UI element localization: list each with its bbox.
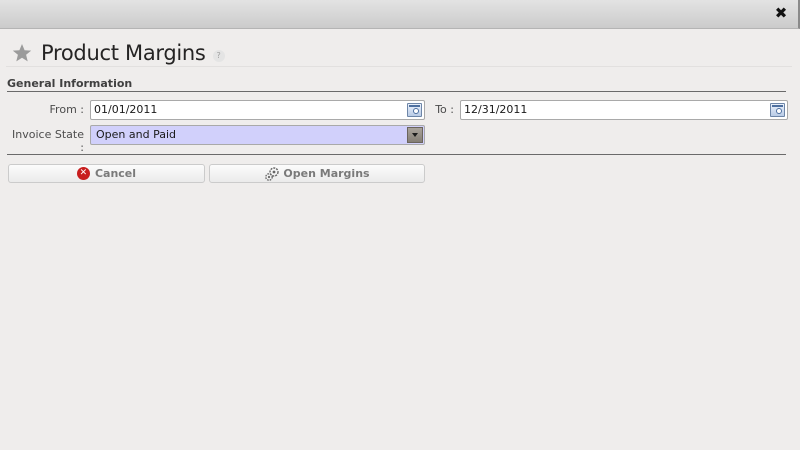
page-header: Product Margins ?: [12, 38, 225, 68]
close-icon[interactable]: ✖: [774, 5, 788, 21]
gears-icon: [265, 166, 280, 181]
invoice-state-label: Invoice State :: [12, 128, 84, 154]
open-margins-button[interactable]: Open Margins: [209, 164, 425, 183]
dialog-titlebar: ✖: [0, 0, 800, 29]
invoice-state-value: Open and Paid: [96, 128, 176, 141]
help-icon[interactable]: ?: [212, 50, 225, 62]
to-label: To :: [435, 103, 454, 116]
cancel-button-label: Cancel: [94, 167, 137, 180]
star-icon[interactable]: [12, 43, 32, 63]
invoice-state-select[interactable]: Open and Paid: [90, 125, 425, 145]
chevron-down-icon[interactable]: [407, 127, 423, 143]
calendar-icon[interactable]: [770, 103, 785, 117]
from-label: From :: [49, 103, 84, 116]
from-date-field[interactable]: 01/01/2011: [90, 100, 425, 120]
open-margins-button-label: Open Margins: [283, 167, 370, 180]
cancel-button[interactable]: ✕ Cancel: [8, 164, 205, 183]
page-title: Product Margins: [41, 41, 206, 65]
header-divider: [6, 66, 792, 67]
to-date-value: 12/31/2011: [464, 103, 528, 116]
section-divider: [7, 91, 786, 92]
cancel-icon: ✕: [76, 167, 90, 180]
form-divider: [7, 154, 786, 155]
calendar-icon[interactable]: [407, 103, 422, 117]
section-title: General Information: [7, 77, 133, 90]
from-date-value: 01/01/2011: [94, 103, 158, 116]
to-date-field[interactable]: 12/31/2011: [460, 100, 788, 120]
